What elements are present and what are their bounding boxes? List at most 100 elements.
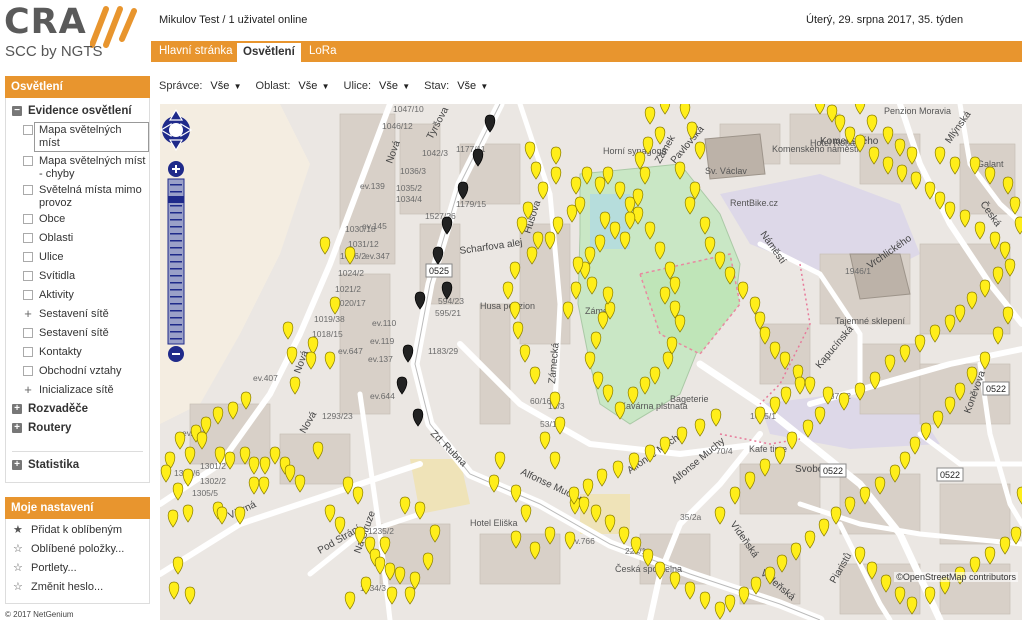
sidebar-title: Osvětlení [5, 76, 150, 98]
switchboard-badge[interactable]: 0522 [819, 463, 847, 478]
favorites-link[interactable]: ☆ Oblíbené položky... [6, 540, 149, 559]
sidebar: Osvětlení − Evidence osvětlení Mapa svět… [5, 76, 150, 604]
house-number: ev.110 [372, 318, 397, 328]
sidebar-item-label: Mapa světelných míst - chyby [39, 155, 146, 180]
tab-home[interactable]: Hlavní stránka [153, 41, 239, 62]
house-number: ev.145 [362, 221, 387, 231]
sidebar-item-municipalities[interactable]: Obce [6, 210, 149, 229]
filter-area-select[interactable]: Vše ▼ [298, 80, 329, 92]
star-outline-icon: ☆ [13, 543, 23, 555]
filter-value: Vše [210, 80, 230, 92]
sidebar-item-luminaires[interactable]: Svítidla [6, 267, 149, 286]
house-number: 1046/12 [382, 121, 413, 131]
map-canvas[interactable]: TyršovaNováNováNováScharfova alejHusovaZ… [160, 104, 1022, 620]
zoom-slider[interactable] [167, 178, 185, 345]
house-number: ev.137 [368, 354, 393, 364]
tree-group-evidence[interactable]: − Evidence osvětlení [6, 102, 149, 121]
sidebar-item-out-of-service[interactable]: Světelná místa mimo provoz [6, 181, 149, 210]
sidebar-item-label: Světelná místa mimo provoz [39, 184, 142, 209]
switchboard-badge[interactable]: 0525 [425, 263, 453, 278]
house-number: 1036/3 [400, 166, 426, 176]
poi-label: Sv. Václav [705, 166, 747, 176]
sidebar-item-areas[interactable]: Oblasti [6, 229, 149, 248]
app-logo[interactable]: CRA SCC by NGTS [4, 3, 144, 63]
zoom-control[interactable] [160, 104, 194, 362]
sidebar-item-business-relations[interactable]: Obchodní vztahy [6, 362, 149, 381]
house-number: 1183/29 [428, 346, 458, 356]
house-number: 1047/10 [393, 104, 424, 114]
sidebar-item-network-build-expand[interactable]: + Sestavení sítě [6, 305, 149, 324]
copyright: © 2017 NetGenium [5, 610, 74, 619]
sidebar-item-label: Inicializace sítě [39, 384, 114, 396]
house-number: ev.347 [365, 251, 390, 261]
filter-state-select[interactable]: Vše ▼ [457, 80, 488, 92]
sidebar-item-label: Obce [39, 213, 66, 225]
tab-lighting[interactable]: Osvětlení [237, 41, 301, 62]
tree-group-label: Statistika [28, 459, 80, 471]
pan-control[interactable] [160, 108, 193, 152]
filter-bar: Správce: Vše ▼ Oblast: Vše ▼ Ulice: Vše … [159, 80, 502, 92]
page-icon [23, 125, 33, 135]
house-number: 1302/2 [200, 476, 226, 486]
page-icon [23, 185, 33, 195]
filter-street-select[interactable]: Vše ▼ [379, 80, 410, 92]
tree-group-routers[interactable]: + Routery [6, 419, 149, 438]
tab-lora[interactable]: LoRa [303, 41, 343, 62]
caret-down-icon: ▼ [231, 82, 242, 91]
sidebar-item-label: Aktivity [39, 289, 74, 301]
house-number: ev.407 [253, 373, 278, 383]
house-number: 70/4 [716, 446, 733, 456]
change-password-link[interactable]: ☆ Změnit heslo... [6, 578, 149, 597]
map-attribution[interactable]: ©OpenStreetMap contributors [894, 572, 1018, 582]
house-number: 1034/4 [396, 194, 422, 204]
switchboard-badge[interactable]: 0522 [936, 467, 964, 482]
switchboard-badge[interactable]: 0522 [982, 381, 1010, 396]
house-number: 1301/2 [200, 461, 226, 471]
page-icon [23, 328, 33, 338]
poi-label: Komenského náměstí [772, 144, 860, 154]
settings-panel: Moje nastavení ★ Přidat k oblíbeným ☆ Ob… [5, 497, 150, 604]
page-icon [23, 366, 33, 376]
sidebar-item-label: Oblasti [39, 232, 74, 244]
plus-icon[interactable]: + [23, 383, 33, 396]
svg-text:0522: 0522 [940, 470, 960, 480]
tree-group-statistics[interactable]: + Statistika [6, 452, 149, 476]
house-number: ev.119 [370, 336, 395, 346]
page-icon [23, 252, 33, 262]
sidebar-tree: − Evidence osvětlení Mapa světelných mís… [5, 98, 150, 483]
zoom-out-button[interactable] [168, 346, 184, 362]
collapse-icon[interactable]: − [12, 106, 22, 116]
sidebar-item-activities[interactable]: Aktivity [6, 286, 149, 305]
portlets-link[interactable]: ☆ Portlety... [6, 559, 149, 578]
poi-label: RentBike.cz [730, 198, 779, 208]
sidebar-item-label: Obchodní vztahy [39, 365, 122, 377]
house-number: 1019/38 [314, 314, 345, 324]
filter-label-state: Stav: [424, 80, 450, 92]
logo-text: CRA [4, 2, 87, 42]
sidebar-item-map-errors[interactable]: Mapa světelných míst - chyby [6, 152, 149, 181]
add-favorite-link[interactable]: ★ Přidat k oblíbeným [6, 521, 149, 540]
house-number: 595/21 [435, 308, 461, 318]
house-number: 1042/3 [422, 148, 448, 158]
settings-item-label: Přidat k oblíbeným [31, 524, 123, 536]
svg-text:0522: 0522 [823, 466, 843, 476]
current-date: Úterý, 29. srpna 2017, 35. týden [806, 14, 964, 26]
expand-icon[interactable]: + [12, 460, 22, 470]
house-number: 1179/15 [456, 199, 486, 209]
sidebar-item-label: Mapa světelných míst [34, 122, 149, 152]
sidebar-item-streets[interactable]: Ulice [6, 248, 149, 267]
filter-manager-select[interactable]: Vše ▼ [210, 80, 241, 92]
plus-icon[interactable]: + [23, 307, 33, 320]
zoom-in-button[interactable] [168, 161, 184, 177]
tree-group-switchboards[interactable]: + Rozvaděče [6, 400, 149, 419]
sidebar-item-network-build[interactable]: Sestavení sítě [6, 324, 149, 343]
sidebar-item-contacts[interactable]: Kontakty [6, 343, 149, 362]
expand-icon[interactable]: + [12, 423, 22, 433]
tree-group-label: Rozvaděče [28, 403, 89, 415]
sidebar-item-network-init[interactable]: + Inicializace sítě [6, 381, 149, 400]
sidebar-item-map[interactable]: Mapa světelných míst [6, 121, 149, 152]
house-number: 1946/1 [845, 266, 871, 276]
map-view[interactable]: Tyršova Nová Nová Nová Scharfova alej Husova Z… [160, 104, 1022, 620]
settings-list: ★ Přidat k oblíbeným ☆ Oblíbené položky.… [5, 519, 150, 604]
expand-icon[interactable]: + [12, 404, 22, 414]
